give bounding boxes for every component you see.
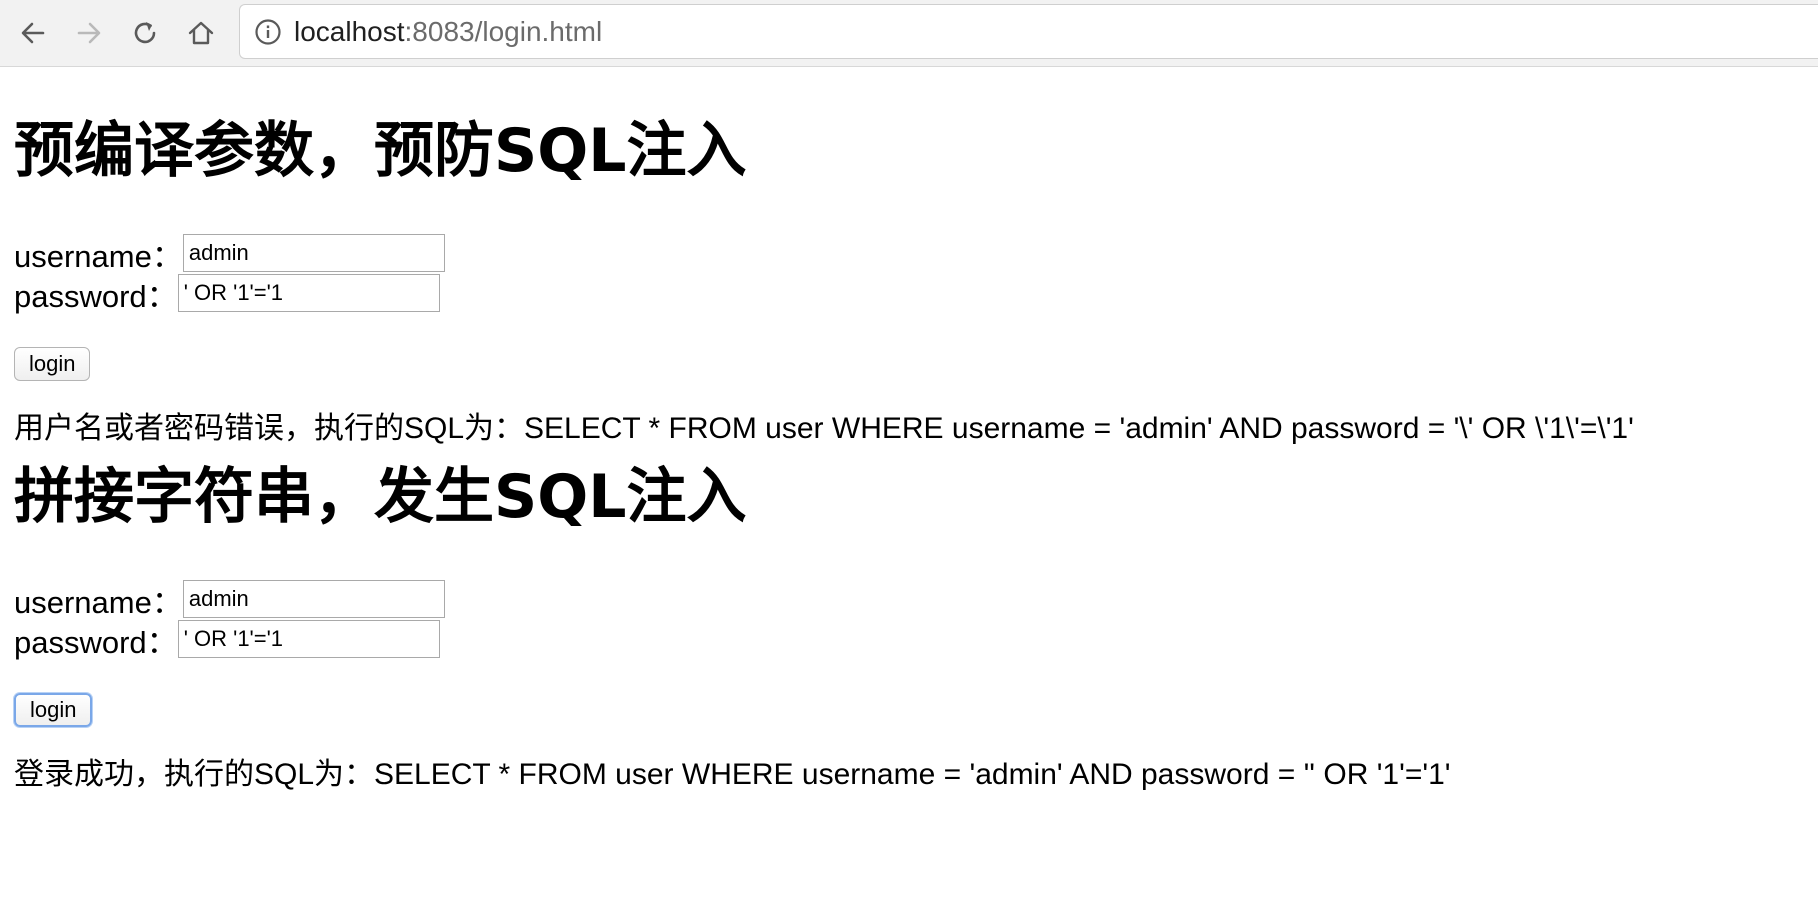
prepared-statement-section: 预编译参数，预防SQL注入 username： password： login … (14, 67, 1814, 449)
password-input[interactable] (177, 274, 440, 312)
url-path: :8083/login.html (404, 15, 603, 47)
reload-button[interactable] (122, 10, 168, 56)
login-button[interactable]: login (14, 347, 91, 381)
section-title: 预编译参数，预防SQL注入 (14, 116, 747, 186)
password-label: password： (14, 278, 178, 314)
info-icon[interactable] (254, 18, 282, 46)
forward-arrow-icon (77, 22, 101, 44)
home-button[interactable] (178, 10, 224, 56)
username-input[interactable] (182, 234, 445, 272)
forward-button[interactable] (66, 10, 112, 56)
section-title: 拼接字符串，发生SQL注入 (14, 462, 747, 532)
username-input[interactable] (182, 580, 445, 618)
login-button[interactable]: login (14, 693, 93, 727)
back-button[interactable] (10, 10, 56, 56)
username-row: username： (14, 577, 1814, 621)
browser-toolbar: localhost:8083/login.html (0, 0, 1818, 67)
back-arrow-icon (21, 22, 45, 44)
string-concatenation-section: 拼接字符串，发生SQL注入 username： password： login … (14, 449, 1814, 795)
url-host: localhost (294, 15, 405, 47)
url-text: localhost:8083/login.html (294, 16, 602, 48)
result-message: 用户名或者密码错误，执行的SQL为：SELECT * FROM user WHE… (14, 412, 1634, 445)
address-bar[interactable]: localhost:8083/login.html (239, 4, 1818, 59)
username-label: username： (14, 238, 183, 274)
password-label: password： (14, 624, 178, 660)
password-input[interactable] (177, 620, 440, 658)
password-row: password： (14, 617, 1814, 661)
username-row: username： (14, 231, 1814, 275)
result-message: 登录成功，执行的SQL为：SELECT * FROM user WHERE us… (14, 758, 1451, 791)
home-icon (188, 21, 214, 45)
password-row: password： (14, 271, 1814, 315)
page-content: 预编译参数，预防SQL注入 username： password： login … (14, 67, 1814, 795)
reload-icon (134, 22, 156, 44)
username-label: username： (14, 584, 183, 620)
